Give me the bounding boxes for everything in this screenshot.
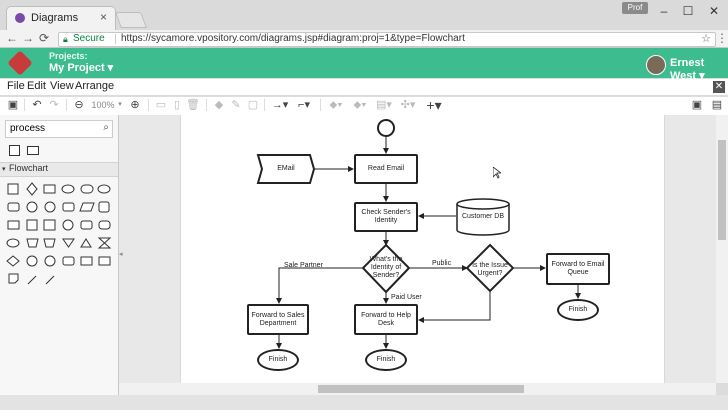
- start-node: [377, 119, 395, 137]
- edge-label-paid-user: Paid User: [391, 294, 422, 301]
- finish-node-help[interactable]: Finish: [365, 349, 407, 371]
- edge-label-sale-partner: Sale Partner: [284, 262, 323, 269]
- mouse-cursor-icon: [493, 167, 501, 179]
- read-email-node[interactable]: Read Email: [354, 154, 418, 184]
- edge-label-public: Public: [432, 260, 452, 267]
- email-node[interactable]: EMail: [262, 165, 310, 173]
- edge-urgent-help: [418, 291, 491, 323]
- identity-decision-node[interactable]: What's the Identity of Sender?: [368, 256, 404, 280]
- check-identity-node[interactable]: Check Sender's Identity: [354, 202, 418, 232]
- customer-db-node[interactable]: Customer DB: [457, 213, 509, 221]
- forward-sales-node[interactable]: Forward to Sales Department: [247, 304, 309, 335]
- forward-help-node[interactable]: Forward to Help Desk: [354, 304, 418, 335]
- urgent-decision-node[interactable]: Is the Issue Urgent?: [472, 262, 508, 278]
- edge-sale-partner: [276, 267, 363, 304]
- forward-email-queue-node[interactable]: Forward to Email Queue: [546, 253, 610, 285]
- finish-node-sales[interactable]: Finish: [257, 349, 299, 371]
- finish-node-queue[interactable]: Finish: [557, 299, 599, 321]
